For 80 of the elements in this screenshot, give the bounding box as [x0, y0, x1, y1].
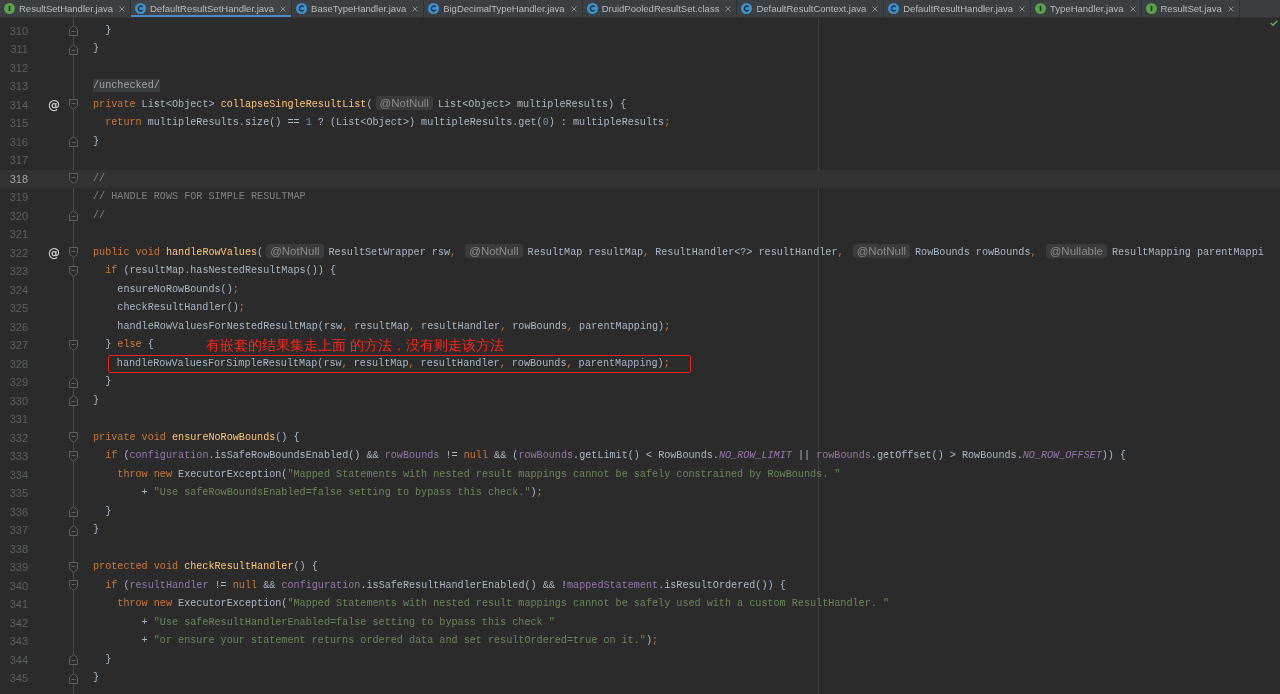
code-line: } [104, 23, 112, 38]
code-line: } [104, 504, 112, 519]
fold-end-icon[interactable] [68, 25, 78, 37]
code-line: // HANDLE ROWS FOR SIMPLE RESULTMAP [93, 190, 306, 204]
annotation-note: 有嵌套的结果集走上面 的方法，没有则走该方法 [205, 336, 505, 355]
fold-end-icon[interactable] [68, 524, 78, 536]
fold-end-icon[interactable] [68, 376, 78, 388]
code-line: protected void checkResultHandler() { [93, 560, 318, 574]
editor-tab[interactable]: ResultSet.java [1141, 0, 1240, 17]
code-line: } [93, 671, 100, 685]
file-type-icon [1145, 3, 1157, 14]
fold-start-icon[interactable] [68, 265, 78, 277]
code-line: + "Use safeResultHandlerEnabled=false setting to bypass this check " [140, 615, 555, 630]
editor-tab[interactable]: DefaultResultSetHandler.java [131, 0, 293, 17]
check-icon [1270, 20, 1278, 26]
fold-start-icon[interactable] [68, 432, 78, 444]
fold-end-icon[interactable] [68, 672, 78, 684]
at-sign-icon[interactable]: @ [48, 98, 60, 111]
fold-start-icon[interactable] [68, 580, 78, 592]
code-line: if (resultHandler != null && configuration.isSafeResultHandlerEnabled() && !mappedStatement.isResultOrdered()) { [104, 578, 786, 593]
code-line: throw new ExecutorException("Mapped Statements with nested result mappings cannot be safely used with a custom ResultHandler. " [116, 597, 889, 611]
file-type-icon [428, 3, 440, 14]
code-line: private void ensureNoRowBounds() { [93, 430, 300, 445]
code-line: private List<Object> collapseSingleResultList( @NotNull List<Object> multipleResults) { [93, 95, 627, 112]
editor-tab[interactable]: DefaultResultContext.java [737, 0, 885, 17]
close-icon[interactable] [119, 5, 125, 12]
fold-end-icon[interactable] [68, 395, 78, 407]
code-line: } [104, 375, 112, 389]
code-line: if (configuration.isSafeRowBoundsEnabled() && rowBounds != null && (rowBounds.getLimit() < RowBounds.NO_ROW_LIMIT || rowBounds.getOffset() > RowBounds.NO_ROW_OFFSET)) { [104, 449, 1127, 463]
file-type-icon [741, 3, 753, 14]
code-line: } [93, 42, 100, 56]
editor-tab[interactable]: DruidPooledResultSet.class [582, 0, 738, 17]
close-icon[interactable] [570, 5, 577, 12]
code-line: if (resultMap.hasNestedResultMaps()) { [104, 264, 337, 278]
fold-end-icon[interactable] [68, 506, 78, 518]
file-type-icon [296, 3, 308, 14]
code-line: return multipleResults.size() == 1 ? (List<Object>) multipleResults.get(0) : multipleResults; [104, 116, 671, 130]
editor-tab[interactable]: TypeHandler.java [1031, 0, 1142, 17]
fold-start-icon[interactable] [68, 99, 78, 111]
fold-end-icon[interactable] [68, 136, 78, 148]
code-line: throw new ExecutorException("Mapped Statements with nested result mappings cannot be safely constrained by RowBounds. " [116, 467, 841, 482]
code-line: checkResultHandler(); [116, 301, 245, 315]
code-line: } [93, 393, 100, 408]
close-icon[interactable] [725, 5, 732, 12]
code-line: public void handleRowValues( @NotNull ResultSetWrapper rsw, @NotNull ResultMap resultMap, ResultHandler<?> resultHandler, @NotNull RowBounds rowBounds, @Nullable ResultMapping parentMappi [93, 243, 1264, 260]
code-line: } else { [104, 338, 154, 352]
close-icon[interactable] [1019, 5, 1026, 12]
code-line: } [104, 652, 112, 667]
file-type-icon [586, 3, 598, 14]
close-icon[interactable] [1129, 5, 1136, 12]
fold-end-icon[interactable] [68, 654, 78, 666]
fold-end-icon[interactable] [68, 210, 78, 222]
code-line: handleRowValuesForNestedResultMap(rsw, resultMap, resultHandler, rowBounds, parentMapping); [116, 319, 671, 334]
fold-start-icon[interactable] [68, 450, 78, 462]
fold-start-icon[interactable] [68, 173, 78, 185]
file-type-icon [4, 3, 15, 14]
code-line: } [93, 523, 100, 537]
close-icon[interactable] [872, 5, 879, 12]
editor-tab[interactable]: DefaultResultHandler.java [884, 0, 1032, 17]
file-type-icon [135, 3, 146, 14]
fold-end-icon[interactable] [68, 43, 78, 55]
code-line: + "Use safeRowBoundsEnabled=false setting to bypass this check."); [140, 486, 543, 500]
file-type-icon [888, 3, 900, 14]
fold-start-icon[interactable] [68, 247, 78, 259]
close-icon[interactable] [1227, 5, 1234, 12]
close-icon[interactable] [412, 5, 419, 12]
fold-start-icon[interactable] [68, 561, 78, 573]
code-line: // [93, 171, 106, 186]
file-type-icon [1035, 3, 1047, 14]
close-icon[interactable] [280, 5, 287, 12]
code-line: handleRowValuesForSimpleResultMap(rsw, resultMap, resultHandler, rowBounds, parentMapping); [116, 356, 670, 371]
line-number: 318 [8, 172, 28, 185]
code-line: ensureNoRowBounds(); [116, 282, 239, 297]
at-sign-icon[interactable]: @ [48, 246, 60, 259]
editor-tab[interactable]: BigDecimalTypeHandler.java [424, 0, 583, 17]
code-line: + "or ensure your statement returns ordered data and set resultOrdered=true on it."); [140, 634, 659, 648]
fold-start-icon[interactable] [68, 339, 78, 351]
code-line: } [93, 134, 100, 149]
code-line: // [93, 208, 106, 223]
editor-tab[interactable]: BaseTypeHandler.java [292, 0, 425, 17]
